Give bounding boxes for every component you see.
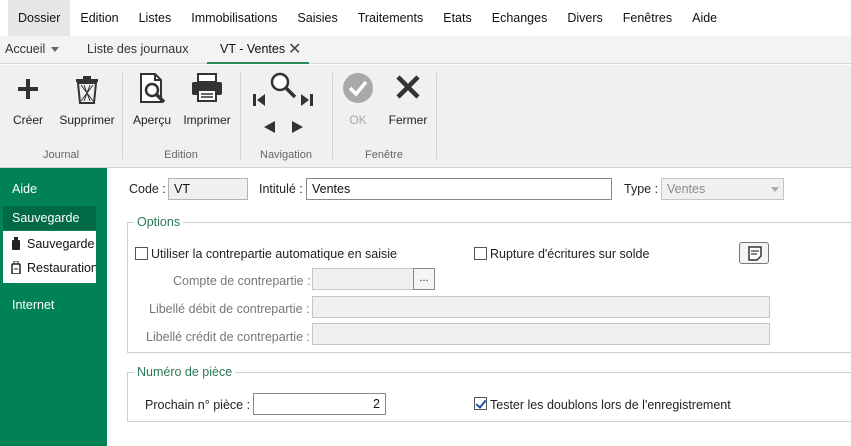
menu-dossier[interactable]: Dossier: [8, 0, 71, 36]
delete-button[interactable]: Supprimer: [56, 71, 118, 131]
group-label-navigation: Navigation: [260, 149, 312, 161]
left-side-panel: Aide Sauvegarde Sauvegarde Restauration …: [0, 168, 107, 446]
ok-button-label: OK: [349, 113, 367, 127]
sidebar-item-sauvegarde[interactable]: Sauvegarde: [11, 237, 96, 251]
break-entries-checkbox[interactable]: [474, 247, 487, 260]
options-group-border: [127, 222, 128, 353]
sidebar-item-sauvegarde-label: Sauvegarde: [27, 237, 95, 251]
search-icon[interactable]: [268, 71, 298, 101]
ribbon-separator: [122, 73, 123, 159]
group-label-edition: Edition: [164, 149, 198, 161]
tab-liste-journaux[interactable]: Liste des journaux: [87, 36, 188, 64]
last-record-icon[interactable]: [299, 92, 315, 108]
duplicates-label[interactable]: Tester les doublons lors de l'enregistre…: [490, 398, 731, 412]
counterpart-account-browse-button[interactable]: ...: [413, 268, 435, 290]
create-button[interactable]: Créer: [8, 71, 48, 131]
note-icon: [748, 246, 762, 261]
group-label-journal: Journal: [42, 149, 80, 161]
ribbon-toolbar: Créer Supprimer Journal Aperçu Imprimer …: [0, 65, 851, 168]
ribbon-separator: [332, 73, 333, 159]
title-label: Intitulé :: [259, 182, 303, 196]
tab-accueil-label: Accueil: [5, 42, 46, 56]
usb-drive-icon: [12, 237, 20, 250]
menu-edition[interactable]: Edition: [70, 0, 128, 36]
options-group-border: [127, 222, 851, 223]
menu-listes[interactable]: Listes: [129, 0, 182, 36]
ok-button[interactable]: OK: [340, 71, 376, 131]
ribbon-separator: [436, 73, 437, 159]
menu-divers[interactable]: Divers: [557, 0, 612, 36]
next-piece-field[interactable]: 2: [253, 393, 386, 415]
debit-label-label: Libellé débit de contrepartie :: [149, 302, 310, 316]
tab-vt-ventes-label: VT - Ventes: [220, 42, 286, 56]
duplicates-checkbox[interactable]: [474, 397, 487, 410]
group-label-fenetre: Fenêtre: [365, 149, 403, 161]
close-icon[interactable]: ✕: [288, 36, 301, 63]
menu-aide[interactable]: Aide: [682, 0, 727, 36]
sidebar-item-restauration[interactable]: Restauration: [11, 261, 96, 275]
tab-bar: Accueil Liste des journaux VT - Ventes ✕: [0, 36, 851, 64]
code-field[interactable]: VT: [168, 178, 248, 200]
sidebar-item-internet[interactable]: Internet: [12, 298, 54, 312]
sidebar-item-restauration-label: Restauration: [27, 261, 96, 275]
plus-icon: [18, 79, 38, 99]
printer-icon: [192, 73, 222, 102]
type-label: Type :: [624, 182, 659, 196]
menu-bar: Dossier Edition Listes Immobilisations S…: [0, 0, 851, 36]
preview-button[interactable]: Aperçu: [130, 71, 174, 131]
trash-icon: [76, 76, 98, 104]
next-piece-label: Prochain n° pièce :: [145, 398, 251, 412]
delete-button-label: Supprimer: [59, 113, 115, 127]
sidebar-submenu: Sauvegarde Restauration: [3, 231, 96, 283]
usb-drive-icon: [11, 261, 21, 274]
counterpart-account-field[interactable]: [312, 268, 414, 290]
sidebar-section-sauvegarde[interactable]: Sauvegarde: [3, 206, 96, 230]
credit-label-label: Libellé crédit de contrepartie :: [146, 330, 310, 344]
close-x-icon: [396, 75, 420, 99]
print-button[interactable]: Imprimer: [180, 71, 234, 131]
auto-counterpart-checkbox[interactable]: [135, 247, 148, 260]
preview-icon: [140, 73, 166, 104]
notes-button[interactable]: [739, 242, 769, 264]
menu-echanges[interactable]: Echanges: [482, 0, 558, 36]
close-button-label: Fermer: [388, 113, 428, 127]
auto-counterpart-label[interactable]: Utiliser la contrepartie automatique en …: [151, 247, 397, 261]
counterpart-account-label: Compte de contrepartie :: [173, 274, 311, 288]
first-record-icon[interactable]: [251, 92, 267, 108]
break-entries-label[interactable]: Rupture d'écritures sur solde: [490, 247, 649, 261]
piece-group-border: [127, 372, 128, 421]
type-select[interactable]: Ventes: [661, 178, 784, 200]
piece-group-border: [127, 421, 851, 422]
previous-record-icon[interactable]: [261, 119, 277, 135]
debit-label-field[interactable]: [312, 296, 770, 318]
type-select-value: Ventes: [667, 182, 706, 196]
code-label: Code :: [129, 182, 166, 196]
piece-group-border: [127, 372, 851, 373]
sidebar-item-aide[interactable]: Aide: [12, 182, 37, 196]
menu-fenetres[interactable]: Fenêtres: [613, 0, 682, 36]
menu-saisies[interactable]: Saisies: [287, 0, 347, 36]
options-group-title: Options: [134, 215, 184, 229]
close-button[interactable]: Fermer: [386, 71, 430, 131]
chevron-down-icon: [771, 187, 779, 192]
ribbon-separator: [240, 73, 241, 159]
credit-label-field[interactable]: [312, 323, 770, 345]
create-button-label: Créer: [12, 113, 43, 127]
menu-etats[interactable]: Etats: [433, 0, 482, 36]
menu-traitements[interactable]: Traitements: [348, 0, 434, 36]
options-group-border: [127, 352, 851, 353]
print-button-label: Imprimer: [183, 113, 231, 127]
chevron-down-icon[interactable]: [51, 47, 60, 53]
preview-button-label: Aperçu: [132, 113, 172, 127]
next-record-icon[interactable]: [290, 119, 306, 135]
tab-accueil[interactable]: Accueil: [5, 36, 60, 64]
menu-immobilisations[interactable]: Immobilisations: [181, 0, 287, 36]
title-field[interactable]: Ventes: [306, 178, 612, 200]
piece-group-title: Numéro de pièce: [134, 365, 236, 379]
check-circle-icon: [343, 73, 373, 103]
